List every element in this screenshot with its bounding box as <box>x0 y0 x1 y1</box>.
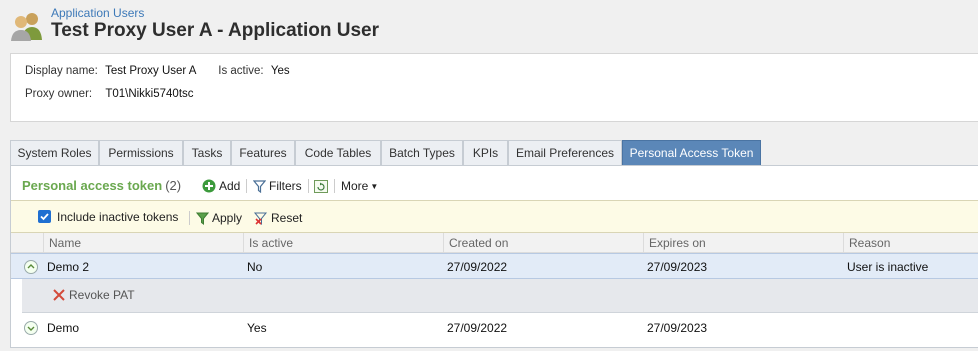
user-details-panel: Display name: Test Proxy User A Is activ… <box>10 53 978 122</box>
tab-tasks[interactable]: Tasks <box>183 140 231 165</box>
is-active-label: Is active: <box>218 65 264 77</box>
row-detail-panel: Revoke PAT <box>22 279 978 313</box>
proxy-owner-link[interactable]: T01\Nikki5740tsc <box>105 88 193 100</box>
filter-bar: Include inactive tokens Apply Reset <box>11 200 978 233</box>
toolbar-divider <box>308 179 309 193</box>
toolbar-divider <box>246 179 247 193</box>
filter-reset-icon <box>254 212 268 225</box>
expand-row-icon[interactable] <box>24 321 38 335</box>
filters-button[interactable]: Filters <box>253 177 302 195</box>
column-header-is-active[interactable]: Is active <box>243 233 443 253</box>
table-row[interactable]: Demo Yes 27/09/2022 27/09/2023 <box>11 315 978 341</box>
row-is-active: Yes <box>247 321 267 335</box>
users-icon <box>10 10 44 42</box>
row-expires-on: 27/09/2023 <box>647 260 708 274</box>
row-is-active: No <box>247 260 263 274</box>
plus-circle-icon <box>202 179 216 193</box>
filter-icon <box>253 179 266 193</box>
row-name: Demo <box>47 321 80 335</box>
display-name-label: Display name: <box>25 65 98 77</box>
close-x-icon <box>53 289 65 301</box>
refresh-button[interactable] <box>314 177 328 195</box>
tab-batch-types[interactable]: Batch Types <box>381 140 463 165</box>
display-name-value: Test Proxy User A <box>105 65 196 77</box>
toolbar-divider <box>334 179 335 193</box>
row-name: Demo 2 <box>47 260 90 274</box>
tab-email-preferences[interactable]: Email Preferences <box>508 140 622 165</box>
tab-code-tables[interactable]: Code Tables <box>295 140 381 165</box>
checkmark-icon <box>40 213 49 221</box>
tab-kpis[interactable]: KPIs <box>463 140 508 165</box>
filter-apply-icon <box>196 212 209 225</box>
row-reason <box>842 315 847 341</box>
page-title: Test Proxy User A - Application User <box>51 20 380 41</box>
more-label: More <box>341 179 369 193</box>
row-created-on: 27/09/2022 <box>447 321 508 335</box>
section-title-text: Personal access token <box>22 178 163 193</box>
section-title: Personal access token (2) <box>22 178 181 193</box>
grid-toolbar: Personal access token (2) Add Filters Mo… <box>11 166 978 199</box>
revoke-pat-label: Revoke PAT <box>69 288 135 302</box>
tab-permissions[interactable]: Permissions <box>99 140 183 165</box>
column-header-name[interactable]: Name <box>43 233 243 253</box>
column-header-reason[interactable]: Reason <box>843 233 978 253</box>
revoke-pat-button[interactable]: Revoke PAT <box>52 288 135 302</box>
caret-down-icon: ▼ <box>370 181 379 191</box>
reset-label: Reset <box>271 211 303 225</box>
row-expires-on: 27/09/2023 <box>647 321 708 335</box>
refresh-icon <box>314 179 328 193</box>
apply-label: Apply <box>212 211 243 225</box>
tab-bar: System Roles Permissions Tasks Features … <box>10 140 978 165</box>
filter-divider <box>189 211 190 225</box>
reset-button[interactable]: Reset <box>254 209 302 227</box>
collapse-row-icon[interactable] <box>24 260 38 274</box>
breadcrumb[interactable]: Application Users <box>51 6 144 20</box>
table-row[interactable]: Demo 2 No 27/09/2022 27/09/2023 User is … <box>11 253 978 279</box>
personal-access-token-panel: Personal access token (2) Add Filters Mo… <box>10 165 978 348</box>
apply-button[interactable]: Apply <box>196 209 242 227</box>
tab-system-roles[interactable]: System Roles <box>10 140 99 165</box>
row-created-on: 27/09/2022 <box>447 260 508 274</box>
grid-header: Name Is active Created on Expires on Rea… <box>11 233 978 253</box>
tab-personal-access-token[interactable]: Personal Access Token <box>622 140 761 165</box>
more-menu-button[interactable]: More ▼ <box>341 177 378 195</box>
add-button[interactable]: Add <box>202 177 240 195</box>
column-header-created-on[interactable]: Created on <box>443 233 643 253</box>
is-active-value: Yes <box>270 65 290 77</box>
details-row-2: Proxy owner: T01\Nikki5740tsc <box>25 88 194 100</box>
column-header-expires-on[interactable]: Expires on <box>643 233 843 253</box>
record-count: (2) <box>165 178 182 193</box>
add-label: Add <box>219 179 241 193</box>
page-header: Application Users Test Proxy User A - Ap… <box>0 0 978 50</box>
include-inactive-checkbox[interactable] <box>38 210 51 223</box>
tab-features[interactable]: Features <box>231 140 295 165</box>
filters-label: Filters <box>269 179 302 193</box>
proxy-owner-label: Proxy owner: <box>25 88 93 100</box>
row-reason: User is inactive <box>847 260 929 274</box>
details-row-1: Display name: Test Proxy User A Is activ… <box>25 65 290 77</box>
include-inactive-label[interactable]: Include inactive tokens <box>57 210 178 224</box>
